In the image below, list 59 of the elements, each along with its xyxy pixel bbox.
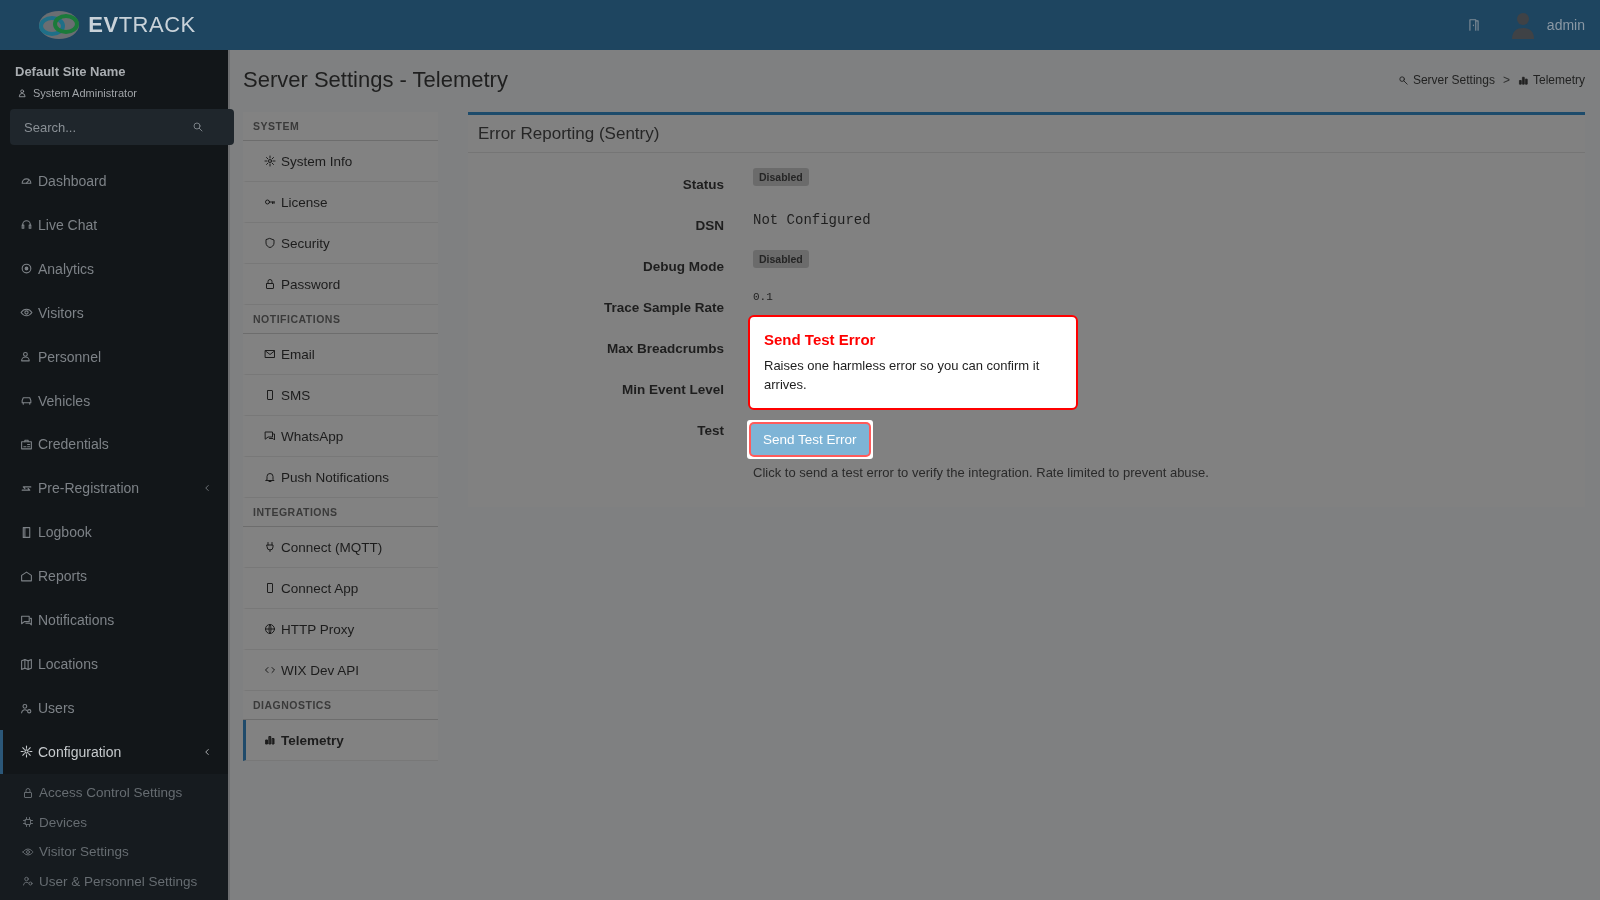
logo-text: EVTRACK xyxy=(88,12,196,38)
menu-item[interactable]: License xyxy=(243,182,438,223)
field-label: Status xyxy=(681,176,724,194)
sidebar-item[interactable]: Pre-Registration xyxy=(0,466,228,511)
field-value: 0.1 xyxy=(753,291,773,303)
search-field[interactable]: Search... xyxy=(10,109,234,145)
sidebar-item[interactable]: Notifications xyxy=(0,598,228,643)
menu-section-title: DIAGNOSTICS xyxy=(243,691,438,720)
menu-item[interactable]: HTTP Proxy xyxy=(243,609,438,650)
menu-section-title: NOTIFICATIONS xyxy=(243,305,438,334)
sidebar-item[interactable]: Locations xyxy=(0,642,228,687)
user-name[interactable]: admin xyxy=(1546,17,1585,33)
field-label: Test xyxy=(696,422,724,440)
menu-item[interactable]: Telemetry xyxy=(243,720,438,761)
menu-item[interactable]: Security xyxy=(243,223,438,264)
card-title: Error Reporting (Sentry) xyxy=(468,115,1585,153)
breadcrumb-link[interactable]: Server Settings xyxy=(1397,73,1495,87)
user-role: System Administrator xyxy=(33,87,137,99)
site-name: Default Site Name xyxy=(14,63,127,81)
submenu-item[interactable]: Visitor Settings xyxy=(0,836,228,867)
sidebar-item[interactable]: Credentials xyxy=(0,422,228,467)
submenu-item[interactable]: User & Personnel Settings xyxy=(0,866,228,896)
popover-text: Raises one harmless error so you can confirm it arrives. xyxy=(764,357,1041,394)
status-badge: Disabled xyxy=(753,250,809,268)
menu-item[interactable]: Connect App xyxy=(243,568,438,609)
field-label: Min Event Level xyxy=(620,381,724,399)
sidebar-item[interactable]: Visitors xyxy=(0,290,228,335)
menu-item[interactable]: WIX Dev API xyxy=(243,650,438,691)
menu-item[interactable]: Email xyxy=(243,334,438,375)
page-title: Server Settings - Telemetry xyxy=(243,67,508,93)
sidebar-item[interactable]: Personnel xyxy=(0,334,228,379)
help-text: Click to send a test error to verify the integration. Rate limited to prevent abuse. xyxy=(753,465,1209,480)
sidebar-item[interactable]: Users xyxy=(0,686,228,730)
submenu-item[interactable]: Devices xyxy=(0,807,228,837)
field-value: Not Configured xyxy=(753,211,871,228)
submenu-item[interactable]: Access Control Settings xyxy=(0,777,228,808)
sidebar-item[interactable]: Live Chat xyxy=(0,202,228,247)
sidebar-item[interactable]: Vehicles xyxy=(0,378,228,423)
field-label: DSN xyxy=(694,217,724,235)
sidebar-item[interactable]: Dashboard xyxy=(0,159,228,203)
sidebar-item[interactable]: Logbook xyxy=(0,510,228,555)
sidebar-item[interactable]: Reports xyxy=(0,554,228,599)
send-test-error-button[interactable]: Send Test Error xyxy=(751,424,869,455)
breadcrumb-link[interactable]: Telemetry xyxy=(1518,73,1585,87)
sidebar-item[interactable]: Analytics xyxy=(0,246,228,291)
menu-item[interactable]: SMS xyxy=(243,375,438,416)
menu-item[interactable]: Connect (MQTT) xyxy=(243,527,438,568)
menu-section-title: INTEGRATIONS xyxy=(243,498,438,527)
menu-item[interactable]: WhatsApp xyxy=(243,416,438,457)
field-label: Debug Mode xyxy=(642,258,724,276)
menu-section-title: SYSTEM xyxy=(243,112,438,141)
menu-item[interactable]: System Info xyxy=(243,141,438,182)
menu-item[interactable]: Password xyxy=(243,264,438,305)
popover-title: Send Test Error xyxy=(764,331,877,348)
field-label: Trace Sample Rate xyxy=(602,299,724,317)
breadcrumb-separator: > xyxy=(1502,73,1510,87)
menu-item[interactable]: Push Notifications xyxy=(243,457,438,498)
status-badge: Disabled xyxy=(753,168,809,186)
field-label: Max Breadcrumbs xyxy=(605,340,724,358)
